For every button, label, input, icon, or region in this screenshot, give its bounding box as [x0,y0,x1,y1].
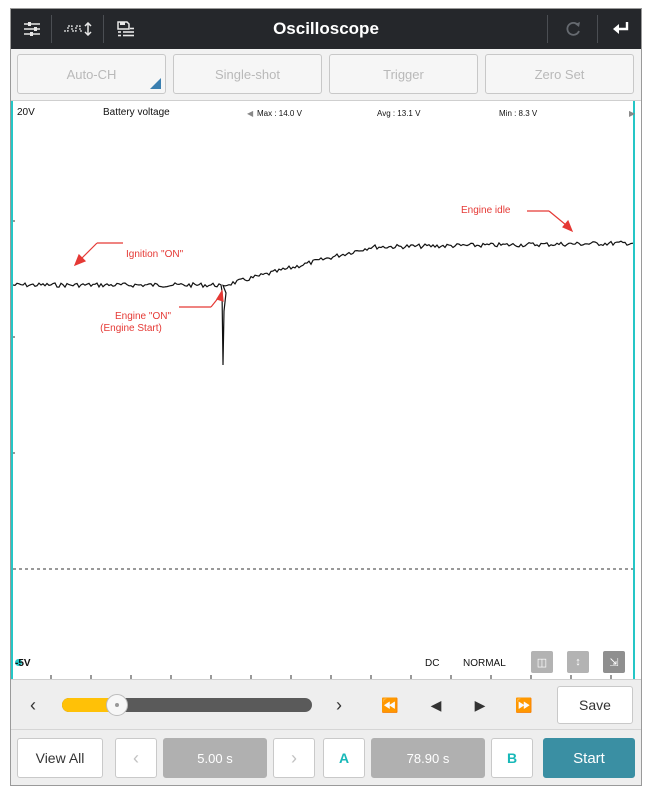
fast-rewind-icon[interactable]: ⏪ [373,680,407,730]
single-shot-label: Single-shot [214,66,281,82]
zero-set-button[interactable]: Zero Set [485,54,634,94]
trigger-button[interactable]: Trigger [329,54,478,94]
trigger-label: Trigger [383,66,424,82]
step-back-icon[interactable]: ◀ [419,680,453,730]
signal-trace [12,240,634,366]
max-readout: Max : 14.0 V [257,109,302,118]
slider-left-icon[interactable]: ‹ [17,680,49,730]
dropdown-corner-icon [150,78,161,89]
cursor-a-line[interactable] [11,101,13,679]
title-separator [51,15,52,43]
min-readout: Min : 8.3 V [499,109,538,118]
time-decrease-button[interactable]: ‹ [115,738,157,778]
title-bar: Oscilloscope [11,9,641,49]
cursor-b-button[interactable]: B [491,738,533,778]
bottom-controls: View All ‹ 5.00 s › A 78.90 s B Start [11,729,641,785]
title-separator [103,15,104,43]
title-separator [597,15,598,43]
right-marker-icon: ▶ [629,109,636,118]
trash-icon[interactable]: ◫ [531,651,553,673]
title-separator [547,15,548,43]
scale-bottom-label: -5V [15,658,31,669]
function-button-row: Auto-CH Single-shot Trigger Zero Set [11,49,641,101]
waveform-canvas [11,210,634,679]
annotation-engine-on: Engine "ON" [114,311,171,322]
cursor-b-line[interactable] [633,101,635,679]
waveform-settings-icon[interactable] [57,9,99,49]
time-increase-button[interactable]: › [273,738,315,778]
annotation-engine-start: (Engine Start) [100,323,162,334]
annotation-engine-idle: Engine idle [461,205,511,216]
sliders-icon[interactable] [15,9,49,49]
save-button[interactable]: Save [557,686,633,724]
single-shot-button[interactable]: Single-shot [173,54,322,94]
channel-name-label: Battery voltage [103,107,170,118]
avg-readout: Avg : 13.1 V [377,109,421,118]
vertical-scale-icon[interactable]: ↕ [567,651,589,673]
back-arrow-icon[interactable] [601,9,641,49]
scale-top-label: 20V [17,107,35,118]
playback-bar: ‹ › ⏪ ◀ ▶ ⏩ Save [11,679,641,729]
zero-set-label: Zero Set [534,66,585,82]
cursor-time-value: 78.90 s [371,738,485,778]
coupling-label: DC [425,658,440,669]
annotation-ignition-on: Ignition "ON" [126,249,184,260]
auto-ch-button[interactable]: Auto-CH [17,54,166,94]
timeline-thumb[interactable] [106,694,128,716]
view-all-button[interactable]: View All [17,738,103,778]
start-button[interactable]: Start [543,738,635,778]
timeline-slider[interactable] [62,698,312,712]
step-forward-icon[interactable]: ▶ [463,680,497,730]
slider-right-icon[interactable]: › [323,680,355,730]
scope-display[interactable]: 20V Battery voltage ◀ Max : 14.0 V Avg :… [11,101,641,679]
time-div-value: 5.00 s [163,738,267,778]
fit-screen-icon[interactable]: ⇲ [603,651,625,673]
save-list-icon[interactable] [109,9,143,49]
page-title: Oscilloscope [273,19,379,38]
cursor-a-button[interactable]: A [323,738,365,778]
oscilloscope-window: Oscilloscope Auto-CH Single-shot Trigger… [10,8,642,786]
fast-forward-icon[interactable]: ⏩ [507,680,541,730]
refresh-icon[interactable] [553,9,593,49]
left-marker-icon: ◀ [247,109,254,118]
auto-ch-label: Auto-CH [66,66,117,82]
mode-label: NORMAL [463,658,506,669]
